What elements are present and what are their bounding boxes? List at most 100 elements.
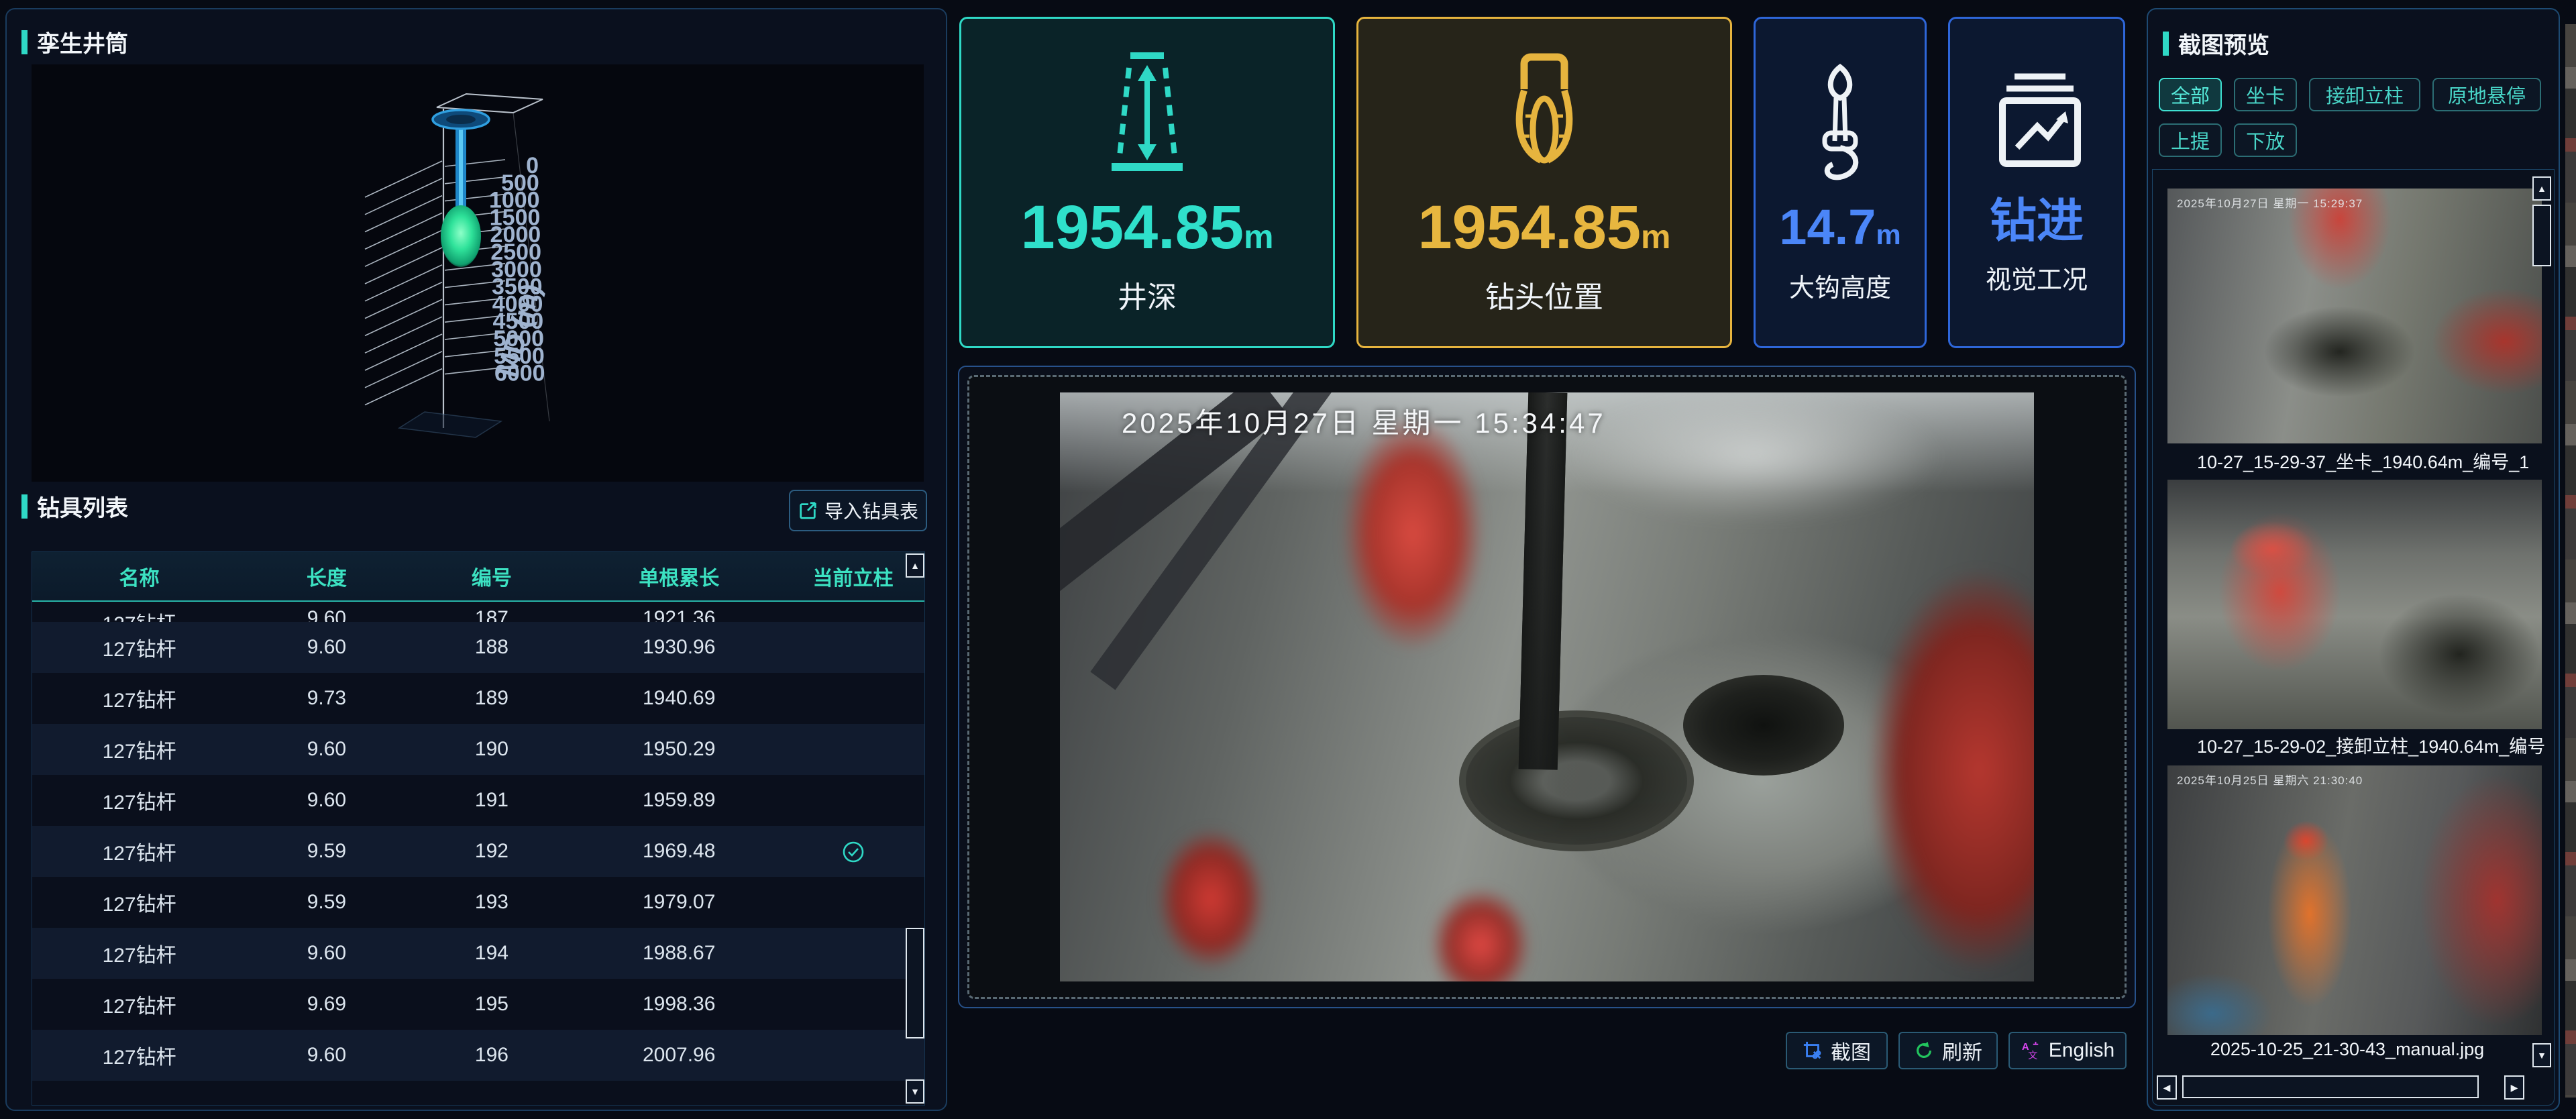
thumbnail-image [2167,189,2542,443]
import-sheet-icon [798,500,818,521]
worker-figure [1342,416,1483,651]
title-accent-bar [21,30,28,54]
current-check-icon [842,841,865,863]
scroll-up-button[interactable]: ▲ [2532,176,2551,201]
row-length: 9.59 [246,891,407,914]
table-row[interactable]: 127钻杆 9.60 196 2007.96 [32,1030,924,1081]
row-length: 9.60 [246,602,407,622]
thumbnail-item[interactable] [2167,480,2542,729]
row-cumulative: 1940.69 [576,687,782,710]
scrollbar-thumb[interactable] [2182,1075,2479,1098]
worker-figure [1157,829,1265,969]
scroll-right-button[interactable]: ▶ [2504,1075,2524,1100]
filter-tag-all[interactable]: 全部 [2159,78,2222,111]
preview-vertical-scrollbar[interactable]: ▲ ▼ [2531,176,2551,1067]
thumbnail-caption: 10-27_15-29-37_坐卡_1940.64m_编号_1 [2159,447,2555,474]
language-button[interactable]: A 文 English [2008,1032,2127,1069]
twin-wellbore-panel: 孪生井筒 0500100015002 [5,8,947,1111]
table-row[interactable]: 127钻杆 9.59 192 1969.48 [32,826,924,877]
condition-value: 钻进 [1990,195,2084,247]
row-number: 190 [407,738,577,761]
filter-tag-seated[interactable]: 坐卡 [2234,78,2297,111]
filter-tag-hoist[interactable]: 上提 [2159,123,2222,157]
video-timestamp: 2025年10月27日 星期一 15:34:47 [1122,401,1606,441]
well-depth-value: 1954.85 [1020,193,1244,262]
refresh-button-label: 刷新 [1942,1036,1982,1065]
table-row[interactable]: 127钻杆 9.60 187 1921.36 [32,602,924,622]
row-current [782,602,924,607]
table-row[interactable]: 127钻杆 9.60 191 1959.89 [32,775,924,826]
table-row[interactable]: 127钻杆 9.59 193 1979.07 [32,877,924,928]
thumbnail-item[interactable]: 2025年10月25日 星期六 21:30:40 [2167,765,2542,1035]
hook-height-value: 14.7 [1779,199,1876,255]
thumbnail-timestamp-overlay: 2025年10月27日 星期一 15:29:37 [2177,194,2363,211]
row-cumulative: 1969.48 [576,840,782,863]
scrollbar-thumb[interactable] [906,928,924,1038]
preview-title-text: 截图预览 [2178,27,2269,60]
row-number: 193 [407,891,577,914]
table-row[interactable]: 127钻杆 9.60 194 1988.67 [32,928,924,979]
wellbore-3d-view[interactable]: 0500100015002000250030003500400045005000… [32,64,924,482]
cutoff-thumbnail-sliver [2565,24,2576,1098]
row-number: 187 [407,602,577,622]
thumbnail-timestamp-overlay: 2025年10月25日 星期六 21:30:40 [2177,771,2363,788]
bit-position-card: 1954.85m 钻头位置 [1356,17,1732,348]
row-name: 127钻杆 [32,837,246,866]
table-row[interactable]: 127钻杆 9.69 195 1998.36 [32,979,924,1030]
well-depth-card: 1954.85m 井深 [959,17,1335,348]
row-length: 9.73 [246,687,407,710]
scroll-left-button[interactable]: ◀ [2157,1075,2177,1100]
col-header-current: 当前立柱 [782,562,924,591]
table-scrollbar[interactable]: ▲ ▼ [906,552,924,1105]
hook-height-card: 14.7m 大钩高度 [1754,17,1927,348]
panel-title-wellbore: 孪生井筒 [21,25,128,58]
panel-title-drill-list: 钻具列表 [21,490,128,523]
panel-title-preview: 截图预览 [2163,27,2269,60]
row-name: 127钻杆 [32,1041,246,1070]
row-cumulative: 1998.36 [576,993,782,1016]
dashboard: 孪生井筒 0500100015002 [0,0,2576,1119]
filter-tag-stand-connect[interactable]: 接卸立柱 [2309,78,2420,111]
drill-bit-marker [441,205,481,267]
table-row[interactable]: 127钻杆 9.60 190 1950.29 [32,724,924,775]
scroll-up-button[interactable]: ▲ [906,553,924,578]
col-header-cumulative: 单根累长 [576,562,782,591]
well-depth-icon [1097,49,1197,176]
row-length: 9.60 [246,789,407,812]
scrollbar-thumb[interactable] [2532,205,2551,266]
row-number: 189 [407,687,577,710]
row-name: 127钻杆 [32,684,246,713]
filter-tag-lower[interactable]: 下放 [2234,123,2297,157]
row-name: 127钻杆 [32,735,246,764]
thumbnail-item[interactable]: 2025年10月27日 星期一 15:29:37 [2167,189,2542,443]
row-number: 195 [407,993,577,1016]
row-length: 9.60 [246,636,407,659]
row-cumulative: 1988.67 [576,942,782,965]
scroll-down-button[interactable]: ▼ [2532,1043,2551,1067]
row-name: 127钻杆 [32,602,246,622]
visual-condition-card: 钻进 视觉工况 [1948,17,2125,348]
thumbnail-caption: 10-27_15-29-02_接卸立柱_1940.64m_编号 [2159,732,2555,758]
refresh-button[interactable]: 刷新 [1898,1032,1998,1069]
panel-title-text: 孪生井筒 [37,25,128,58]
row-number: 196 [407,1044,577,1067]
row-number: 194 [407,942,577,965]
preview-horizontal-scrollbar[interactable]: ◀ ▶ [2157,1075,2524,1100]
svg-text:文: 文 [2028,1050,2037,1061]
refresh-icon [1914,1041,1934,1061]
well-depth-unit: m [1244,218,1273,256]
screenshot-button[interactable]: 截图 [1786,1032,1888,1069]
thumbnail-image [2167,480,2542,729]
thumbnail-caption: 2025-10-25_21-30-43_manual.jpg [2159,1039,2535,1060]
row-number: 188 [407,636,577,659]
table-row[interactable]: 127钻杆 9.73 189 1940.69 [32,673,924,724]
import-drill-table-button[interactable]: 导入钻具表 [789,490,927,531]
wellbore-3d-svg: 0500100015002000250030003500400045005000… [32,64,924,482]
row-cumulative: 1950.29 [576,738,782,761]
row-length: 9.60 [246,738,407,761]
floor-hub [1683,675,1844,776]
table-row[interactable]: 127钻杆 9.60 188 1930.96 [32,622,924,673]
row-number: 191 [407,789,577,812]
scroll-down-button[interactable]: ▼ [906,1079,924,1104]
filter-tag-hover[interactable]: 原地悬停 [2432,78,2541,111]
